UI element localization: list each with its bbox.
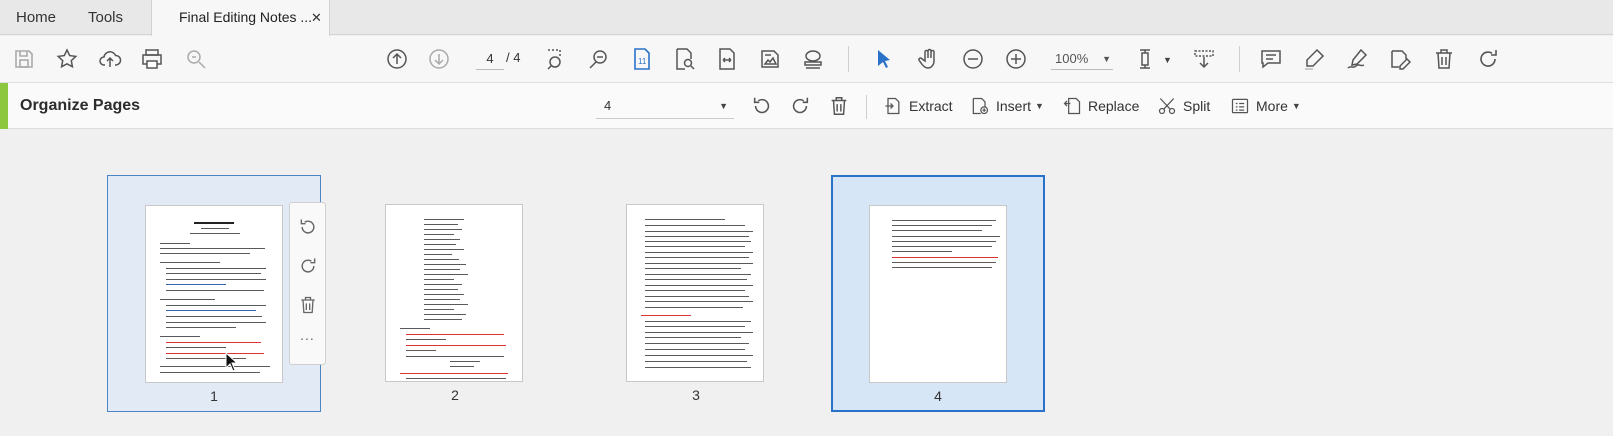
page-down-icon[interactable] <box>425 45 453 73</box>
page-preview <box>869 205 1007 383</box>
scissors-icon <box>1158 98 1176 115</box>
svg-text:11: 11 <box>638 57 647 66</box>
main-toolbar: / 4 11 100% ▼ ▼ <box>0 36 1613 83</box>
mouse-cursor-icon <box>225 352 239 372</box>
toolbar-divider <box>866 95 867 119</box>
comment-icon[interactable] <box>1257 45 1285 73</box>
insert-page-icon <box>972 97 989 115</box>
highlight-icon[interactable] <box>1300 45 1328 73</box>
delete-icon[interactable] <box>1430 45 1458 73</box>
single-page-icon[interactable]: 11 <box>628 45 656 73</box>
zoom-search-icon[interactable] <box>182 45 210 73</box>
page-zoom-icon[interactable] <box>670 45 698 73</box>
replace-page-icon <box>1063 97 1081 115</box>
more-options-button[interactable]: ... <box>290 327 325 343</box>
bookmark-star-icon[interactable] <box>53 45 81 73</box>
toolbar-divider <box>1239 46 1240 72</box>
page-actions-panel: ... <box>289 202 326 365</box>
page-number-label: 1 <box>210 388 218 404</box>
rotate-left-icon[interactable] <box>750 94 774 118</box>
replace-button[interactable]: Replace <box>1062 92 1139 120</box>
tab-tools[interactable]: Tools <box>88 0 123 35</box>
extract-button[interactable]: Extract <box>883 92 953 120</box>
document-tab[interactable]: Final Editing Notes ... ✕ <box>151 0 330 36</box>
marquee-zoom-icon[interactable] <box>543 45 571 73</box>
tab-home[interactable]: Home <box>16 0 56 35</box>
fit-width-icon[interactable] <box>713 45 741 73</box>
page-range-value: 4 <box>604 98 612 113</box>
rotate-right-icon[interactable] <box>298 256 318 276</box>
page-number-label: 2 <box>451 387 459 403</box>
zoom-value: 100% <box>1055 51 1089 66</box>
chevron-down-icon: ▼ <box>1291 101 1301 111</box>
more-label: More <box>1256 98 1288 114</box>
page-thumbnail-4[interactable]: 4 <box>831 175 1045 412</box>
insert-button[interactable]: Insert ▼ <box>970 92 1044 120</box>
extract-icon <box>885 97 900 115</box>
more-options-icon <box>1231 98 1249 114</box>
select-arrow-icon[interactable] <box>870 45 898 73</box>
rotate-right-icon[interactable] <box>788 94 812 118</box>
more-button[interactable]: More ▼ <box>1230 92 1301 120</box>
zoom-out-icon[interactable] <box>959 45 987 73</box>
close-icon[interactable]: ✕ <box>311 0 322 35</box>
chevron-down-icon: ▼ <box>1035 101 1044 111</box>
document-tab-label: Final Editing Notes ... <box>179 9 313 25</box>
page-thumbnail-3[interactable]: 3 <box>589 175 803 412</box>
delete-page-icon[interactable] <box>298 295 318 315</box>
print-icon[interactable] <box>138 45 166 73</box>
image-page-icon[interactable] <box>756 45 784 73</box>
page-number-label: 3 <box>692 387 700 403</box>
replace-label: Replace <box>1088 98 1140 114</box>
edit-pdf-icon[interactable] <box>1386 45 1414 73</box>
organize-pages-bar: Organize Pages 4 ▼ Extract Insert ▼ Repl… <box>0 83 1613 129</box>
page-number-label: 4 <box>934 388 942 404</box>
sign-icon[interactable] <box>1343 45 1371 73</box>
rotate-left-icon[interactable] <box>298 217 318 237</box>
chevron-down-icon[interactable]: ▼ <box>1163 55 1172 65</box>
page-thumbnail-2[interactable]: 2 <box>348 175 562 412</box>
chevron-down-icon: ▼ <box>719 101 728 111</box>
tool-accent <box>0 83 8 129</box>
page-up-icon[interactable] <box>383 45 411 73</box>
chevron-down-icon: ▼ <box>1102 54 1111 64</box>
page-total: / 4 <box>506 50 521 65</box>
page-layout-icon[interactable] <box>1134 45 1162 73</box>
tab-bar: Home Tools Final Editing Notes ... ✕ <box>0 0 1613 36</box>
split-button[interactable]: Split <box>1157 92 1210 120</box>
save-icon[interactable] <box>10 45 38 73</box>
page-range-select[interactable]: 4 ▼ <box>596 93 734 119</box>
zoom-out-search-icon[interactable] <box>585 45 613 73</box>
page-preview <box>626 204 764 382</box>
redo-icon[interactable] <box>1474 45 1502 73</box>
page-preview <box>385 204 523 382</box>
stamp-icon[interactable] <box>799 45 827 73</box>
zoom-select[interactable]: 100% ▼ <box>1051 48 1113 70</box>
page-thumbnails-area: 1 2 3 4 <box>0 130 1613 436</box>
hand-tool-icon[interactable] <box>915 45 943 73</box>
download-icon[interactable] <box>1190 45 1218 73</box>
page-title: Organize Pages <box>20 97 141 114</box>
page-number-input[interactable] <box>476 48 504 70</box>
delete-page-icon[interactable] <box>827 94 851 118</box>
extract-label: Extract <box>909 98 953 114</box>
split-label: Split <box>1183 98 1211 114</box>
cloud-upload-icon[interactable] <box>96 45 124 73</box>
zoom-in-icon[interactable] <box>1002 45 1030 73</box>
page-preview <box>145 205 283 383</box>
insert-label: Insert <box>996 98 1032 114</box>
toolbar-divider <box>848 46 849 72</box>
